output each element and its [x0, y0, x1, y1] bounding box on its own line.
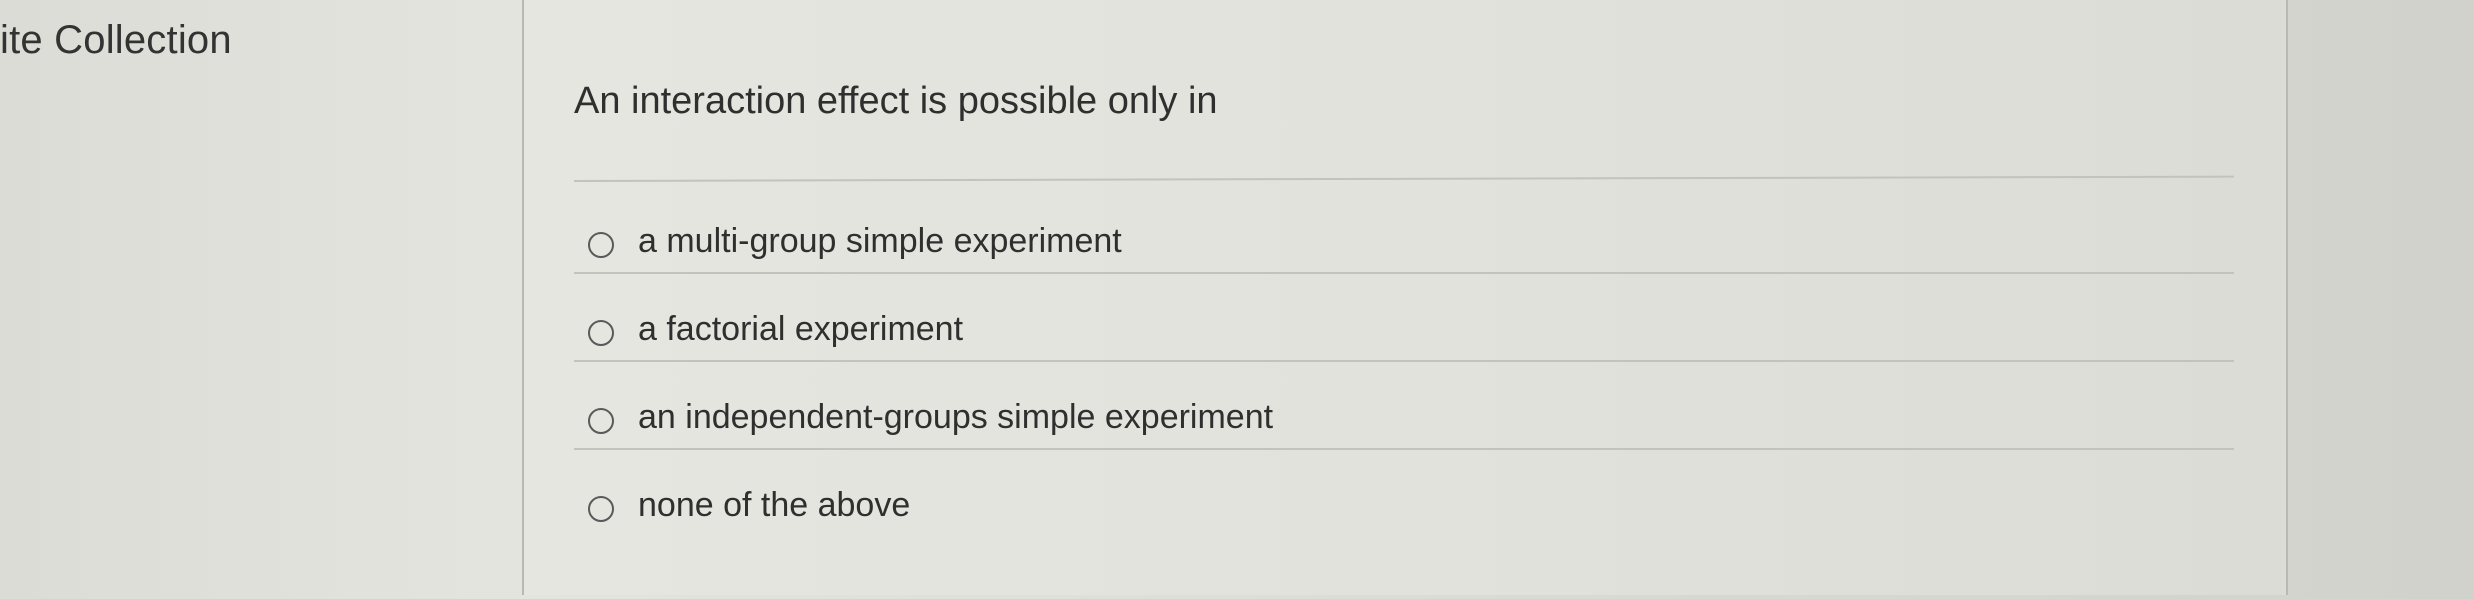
- answer-label[interactable]: a factorial experiment: [638, 310, 963, 349]
- question-card: An interaction effect is possible only i…: [522, 0, 2288, 595]
- answer-label[interactable]: a multi-group simple experiment: [638, 222, 1122, 261]
- sidebar-heading: ite Collection: [0, 18, 232, 62]
- answer-option-2[interactable]: a factorial experiment: [574, 274, 2234, 362]
- answer-option-4[interactable]: none of the above: [574, 450, 2234, 538]
- radio-button-icon[interactable]: [588, 232, 614, 258]
- question-divider: [573, 175, 2234, 182]
- radio-button-icon[interactable]: [588, 408, 614, 434]
- answer-list: a multi-group simple experiment a factor…: [574, 186, 2234, 538]
- radio-button-icon[interactable]: [588, 320, 614, 346]
- answer-label[interactable]: none of the above: [638, 486, 910, 525]
- radio-button-icon[interactable]: [588, 496, 614, 522]
- answer-option-3[interactable]: an independent-groups simple experiment: [574, 362, 2234, 450]
- question-prompt: An interaction effect is possible only i…: [574, 80, 1218, 122]
- answer-option-1[interactable]: a multi-group simple experiment: [574, 186, 2234, 274]
- answer-label[interactable]: an independent-groups simple experiment: [638, 398, 1273, 437]
